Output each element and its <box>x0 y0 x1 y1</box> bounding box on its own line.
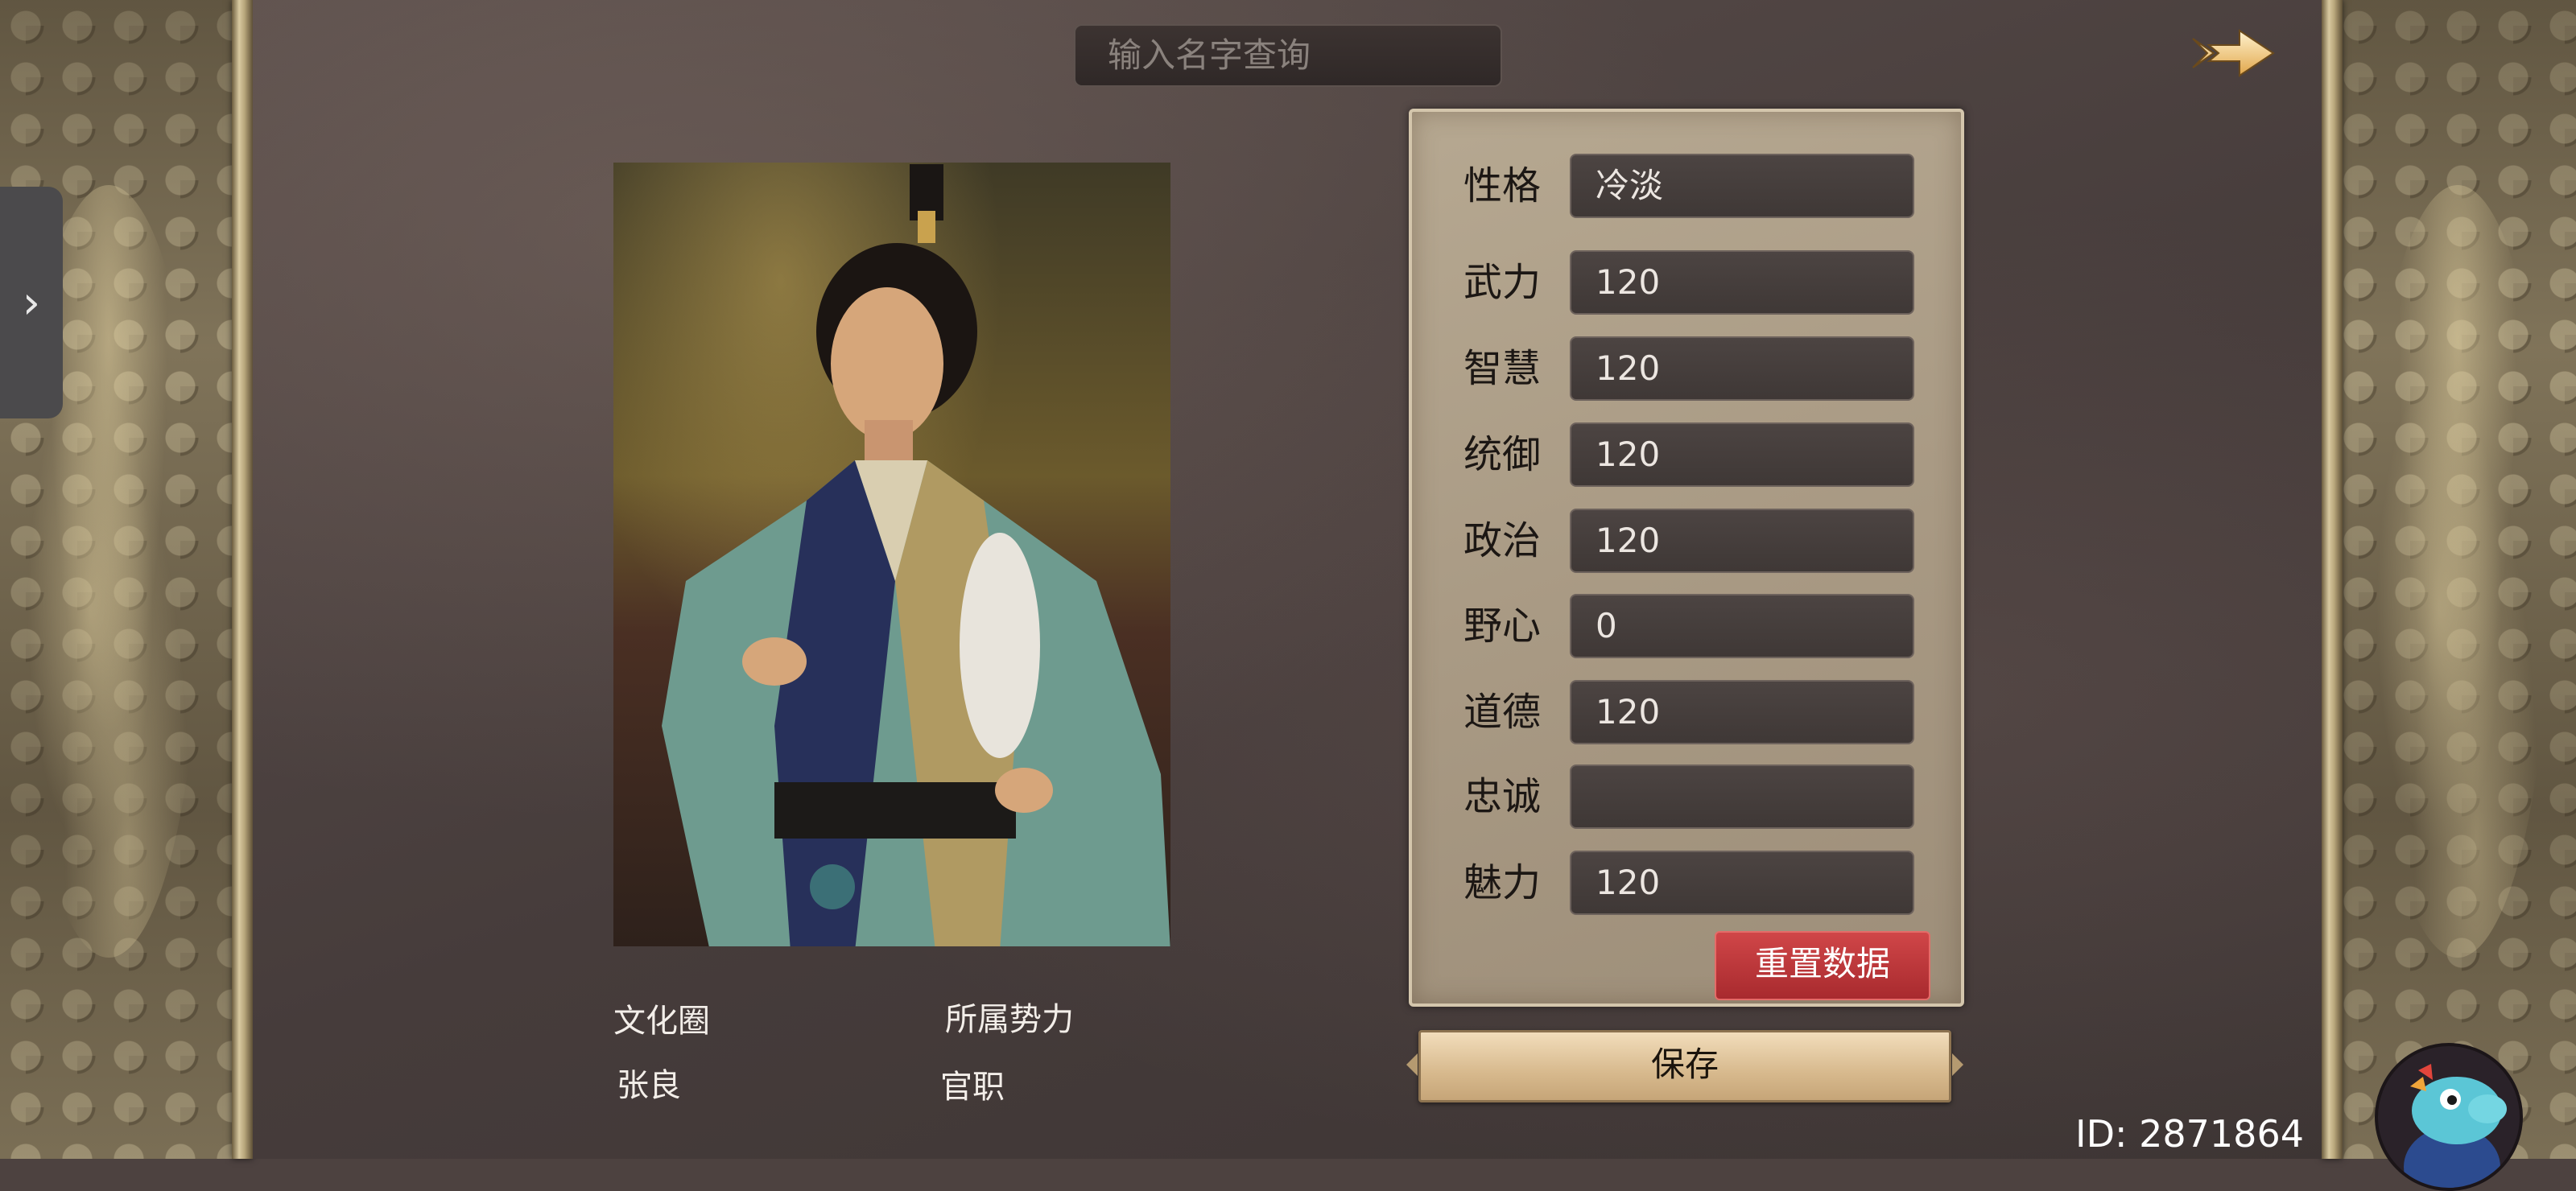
attr-value-field[interactable]: 120 <box>1570 422 1914 487</box>
attr-row-command: 统御 120 <box>1412 422 1961 487</box>
attr-value-field[interactable]: 120 <box>1570 680 1914 744</box>
dinosaur-mascot-icon <box>2404 1064 2507 1188</box>
dragon-pattern-right <box>2365 185 2550 958</box>
attr-label: 统御 <box>1463 432 1542 477</box>
attr-row-morality: 道德 120 <box>1412 680 1961 744</box>
search-input[interactable] <box>1108 26 1468 85</box>
main-panel <box>253 0 2322 1159</box>
attr-label: 智慧 <box>1463 346 1542 391</box>
attr-row-personality: 性格 冷淡 <box>1412 154 1961 218</box>
attr-label: 武力 <box>1463 260 1542 305</box>
attr-row-force: 武力 120 <box>1412 250 1961 315</box>
left-frame-border <box>232 0 253 1159</box>
attr-row-ambition: 野心 0 <box>1412 594 1961 658</box>
chevron-right-icon: › <box>22 276 41 329</box>
faction-label[interactable]: 所属势力 <box>945 993 1074 1040</box>
culture-label[interactable]: 文化圈 <box>613 995 710 1041</box>
attr-value-field[interactable]: 120 <box>1570 250 1914 315</box>
user-id: ID: 2871864 <box>2075 1112 2304 1156</box>
attr-value-field[interactable]: 120 <box>1570 851 1914 915</box>
search-box[interactable] <box>1074 24 1502 87</box>
scholar-portrait-illustration <box>662 164 1170 946</box>
attr-label: 性格 <box>1463 163 1542 208</box>
office-label[interactable]: 官职 <box>940 1061 1005 1107</box>
right-frame-border <box>2322 0 2343 1159</box>
attr-value-field[interactable] <box>1570 764 1914 829</box>
save-button[interactable]: 保存 <box>1406 1030 1963 1102</box>
attr-row-politics: 政治 120 <box>1412 509 1961 573</box>
attr-row-loyalty: 忠诚 <box>1412 764 1961 829</box>
reset-data-button[interactable]: 重置数据 <box>1715 931 1930 1000</box>
attr-label: 野心 <box>1463 604 1542 649</box>
attr-row-charisma: 魅力 120 <box>1412 851 1961 915</box>
collapse-sidebar-tab[interactable]: › <box>0 187 63 418</box>
attr-row-wisdom: 智慧 120 <box>1412 336 1961 401</box>
attr-label: 政治 <box>1463 518 1542 563</box>
attr-label: 魅力 <box>1463 860 1542 905</box>
character-portrait <box>613 163 1170 946</box>
left-decorative-panel <box>0 0 242 1159</box>
character-name[interactable]: 张良 <box>617 1059 681 1106</box>
attr-value-field[interactable]: 冷淡 <box>1570 154 1914 218</box>
attribute-panel: 性格 冷淡 武力 120 智慧 120 统御 120 政治 120 野心 0 道… <box>1409 109 1964 1007</box>
arrow-right-icon <box>2192 29 2275 77</box>
attr-value-field[interactable]: 120 <box>1570 336 1914 401</box>
attr-value-field[interactable]: 120 <box>1570 509 1914 573</box>
next-arrow-button[interactable] <box>2190 24 2278 82</box>
attr-label: 道德 <box>1463 690 1542 735</box>
attr-label: 忠诚 <box>1463 774 1542 819</box>
attr-value-field[interactable]: 0 <box>1570 594 1914 658</box>
mascot-button[interactable] <box>2375 1043 2523 1191</box>
right-decorative-panel <box>2333 0 2576 1159</box>
